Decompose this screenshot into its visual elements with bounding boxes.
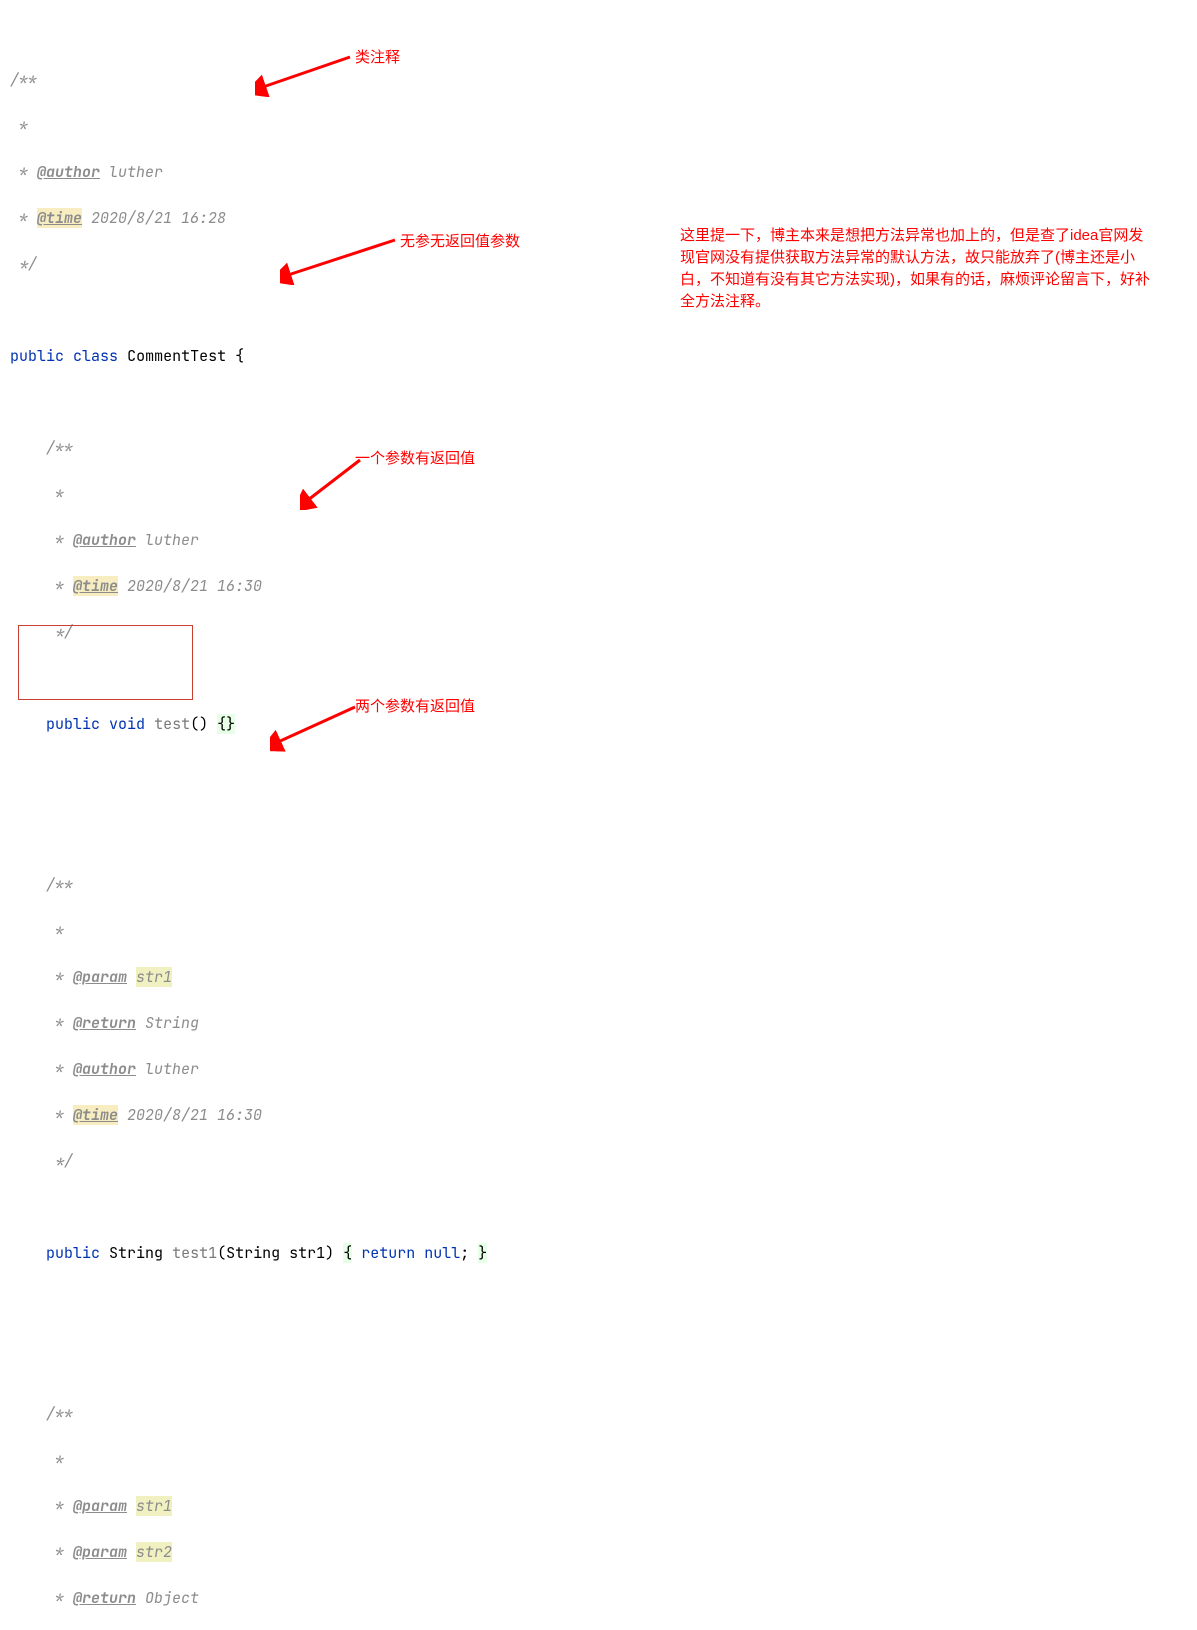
code-line[interactable]: /** [10, 437, 1197, 460]
comment-star: * [46, 921, 64, 941]
annotation-one-param: 一个参数有返回值 [355, 447, 475, 470]
comment-close: */ [46, 622, 73, 642]
code-line[interactable]: * @author luther [10, 161, 1197, 184]
return-value: String [145, 1013, 199, 1033]
code-line[interactable]: * @time 2020/8/21 16:30 [10, 575, 1197, 598]
code-line[interactable]: /** [10, 1403, 1197, 1426]
comment-close: */ [46, 1151, 73, 1171]
kw-null: null [424, 1243, 460, 1263]
kw-public: public [10, 346, 64, 366]
code-line[interactable]: */ [10, 621, 1197, 644]
comment-open: /** [46, 1404, 73, 1424]
comment-open: /** [10, 70, 37, 90]
return-tag: @return [73, 1588, 136, 1608]
gutter [0, 0, 9, 815]
return-type: void [109, 714, 145, 734]
author-value: luther [145, 530, 199, 550]
return-value: Object [145, 1588, 199, 1608]
param-tag: @param [73, 1542, 127, 1562]
code-line[interactable]: */ [10, 1150, 1197, 1173]
blank-line[interactable] [10, 782, 1197, 805]
return-type: String [109, 1243, 163, 1263]
param-name: str1 [136, 1496, 172, 1516]
brace-open: { [217, 714, 226, 734]
time-value: 2020/8/21 16:28 [91, 208, 226, 228]
class-name: CommentTest [127, 346, 226, 366]
author-tag: @author [37, 162, 100, 182]
code-line[interactable]: * [10, 115, 1197, 138]
return-tag: @return [73, 1013, 136, 1033]
code-line[interactable]: * @param str2 [10, 1541, 1197, 1564]
code-line[interactable]: /** [10, 69, 1197, 92]
param-tag: @param [73, 1496, 127, 1516]
annotation-class-comment: 类注释 [355, 46, 400, 69]
lparen: ( [217, 1243, 226, 1263]
method-name: test1 [172, 1243, 217, 1263]
annotation-two-param: 两个参数有返回值 [355, 695, 475, 718]
code-line[interactable]: * @return String [10, 1012, 1197, 1035]
kw-class: class [73, 346, 118, 366]
param-name: str2 [136, 1542, 172, 1562]
code-line[interactable]: * [10, 1449, 1197, 1472]
code-line[interactable]: * @author luther [10, 529, 1197, 552]
parens: () [190, 714, 208, 734]
kw-public: public [46, 714, 100, 734]
param-name: str1 [289, 1243, 325, 1263]
semi: ; [460, 1243, 469, 1263]
author-tag: @author [73, 1059, 136, 1079]
code-line[interactable]: * @param str1 [10, 1495, 1197, 1518]
code-line[interactable]: * @return Object [10, 1587, 1197, 1610]
comment-star: * [46, 1450, 64, 1470]
author-tag: @author [73, 530, 136, 550]
code-line[interactable]: /** [10, 874, 1197, 897]
time-value: 2020/8/21 16:30 [127, 1105, 262, 1125]
param-tag: @param [73, 967, 127, 987]
time-tag: @time [37, 208, 82, 228]
code-line[interactable]: * @time 2020/8/21 16:30 [10, 1104, 1197, 1127]
method-name: test [154, 714, 190, 734]
comment-open: /** [46, 438, 73, 458]
code-line[interactable]: public class CommentTest { [10, 345, 1197, 368]
blank-line[interactable] [10, 1311, 1197, 1334]
time-tag: @time [73, 576, 118, 596]
brace: { [235, 346, 244, 366]
time-tag: @time [73, 1105, 118, 1125]
time-value: 2020/8/21 16:30 [127, 576, 262, 596]
comment-open: /** [46, 875, 73, 895]
code-line[interactable]: * @param str1 [10, 966, 1197, 989]
comment-star: * [10, 116, 28, 136]
param-type: String [226, 1243, 280, 1263]
author-value: luther [145, 1059, 199, 1079]
code-line[interactable]: * [10, 483, 1197, 506]
brace-close: } [478, 1243, 487, 1263]
code-line[interactable]: public String test1(String str1) { retur… [10, 1242, 1197, 1265]
rparen: ) [325, 1243, 334, 1263]
code-line[interactable]: * [10, 920, 1197, 943]
kw-public: public [46, 1243, 100, 1263]
param-name: str1 [136, 967, 172, 987]
author-value: luther [109, 162, 163, 182]
comment-star: * [46, 484, 64, 504]
kw-return: return [361, 1243, 415, 1263]
brace-close: } [226, 714, 235, 734]
code-line[interactable]: public void test() {} [10, 713, 1197, 736]
annotation-no-param: 无参无返回值参数 [400, 230, 520, 253]
annotation-side-note: 这里提一下，博主本来是想把方法异常也加上的，但是查了idea官网发现官网没有提供… [680, 225, 1150, 313]
code-line[interactable]: * @author luther [10, 1058, 1197, 1081]
comment-close: */ [10, 254, 37, 274]
brace-open: { [343, 1243, 352, 1263]
